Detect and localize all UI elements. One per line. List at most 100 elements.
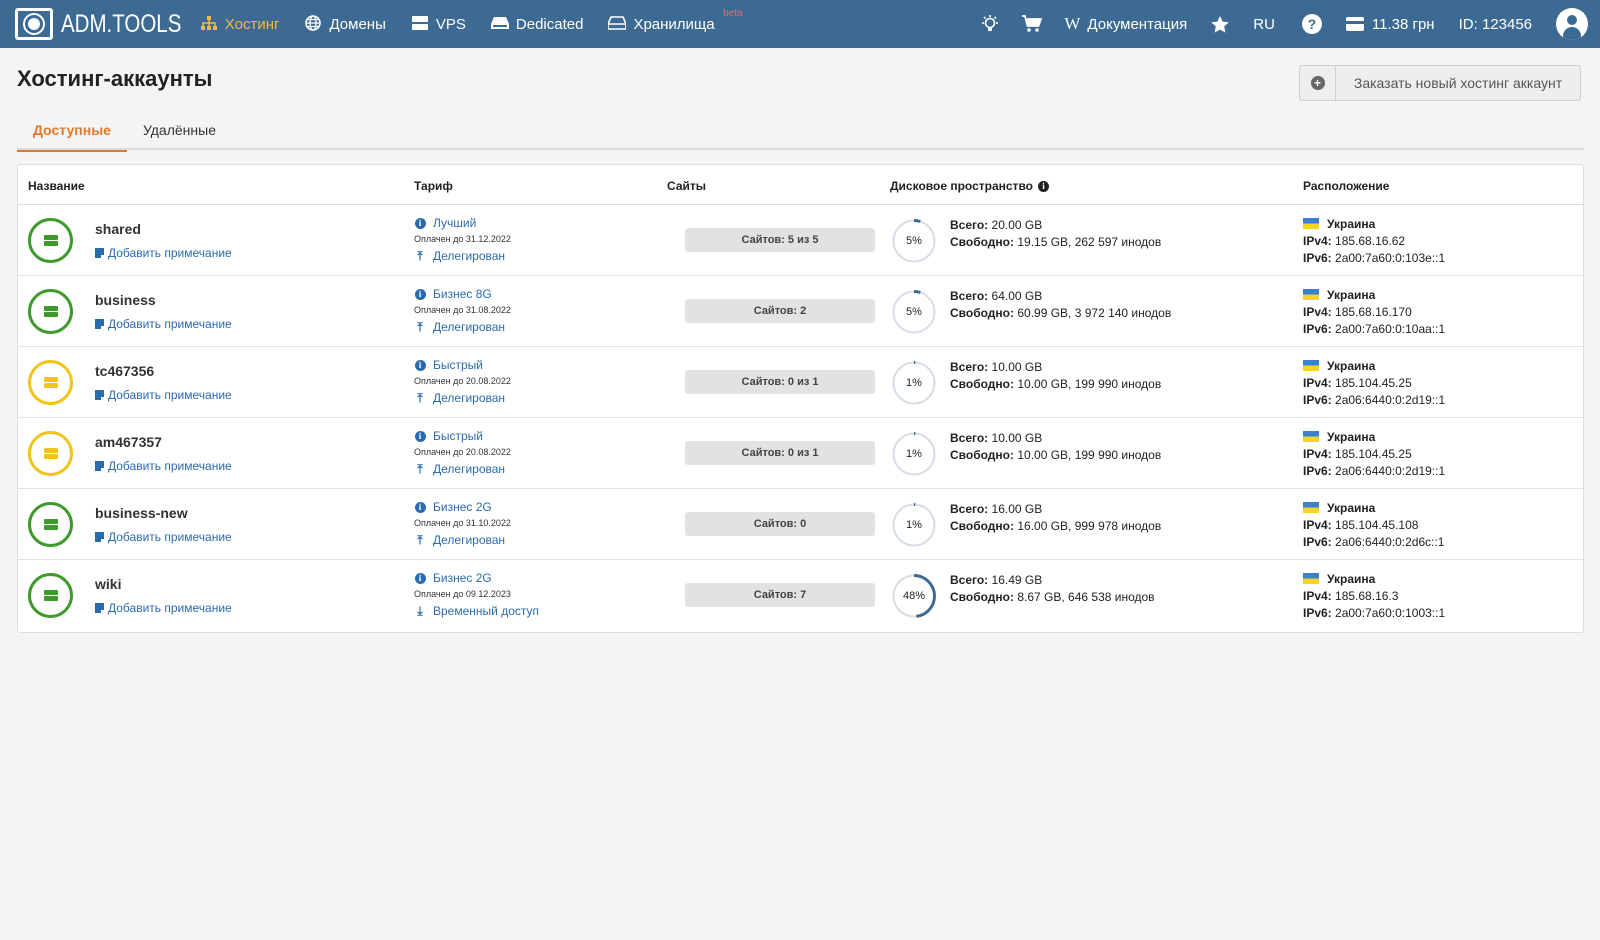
header-sites: Сайты [667, 179, 706, 193]
sites-badge[interactable]: Сайтов: 0 из 1 [685, 441, 875, 465]
add-note-link[interactable]: Добавить примечание [95, 388, 232, 402]
sitemap-icon [200, 15, 218, 33]
free-label: Свободно: [950, 448, 1014, 462]
docs-link[interactable]: W Документация [1064, 14, 1187, 34]
disk-usage-percent: 5% [906, 306, 922, 318]
ukraine-flag-icon [1303, 218, 1319, 229]
tariff-cell: i Быстрый Оплачен до 20.08.2022 ⤒ Делеги… [414, 358, 511, 405]
add-note-link[interactable]: Добавить примечание [95, 530, 232, 544]
lightbulb-icon[interactable] [980, 15, 1000, 33]
nav-item-hosting[interactable]: Хостинг [200, 15, 279, 33]
balance[interactable]: 11.38 грн [1345, 16, 1435, 33]
add-note-link[interactable]: Добавить примечание [95, 601, 232, 615]
nav-item-vps[interactable]: VPS [411, 15, 466, 33]
ipv4-address: 185.104.45.25 [1335, 447, 1412, 461]
star-icon[interactable] [1211, 15, 1229, 33]
access-link[interactable]: Делегирован [433, 391, 505, 405]
server-icon [43, 377, 58, 388]
account-name[interactable]: business [95, 292, 156, 308]
nav-item-storage[interactable]: Хранилища beta [607, 8, 743, 33]
ukraine-flag-icon [1303, 360, 1319, 371]
nav-item-dedicated[interactable]: Dedicated [490, 16, 583, 33]
hdd-icon [490, 16, 509, 33]
disk-total: 10.00 GB [991, 431, 1043, 445]
sites-badge[interactable]: Сайтов: 7 [685, 583, 875, 607]
tab-available[interactable]: Доступные [17, 113, 127, 152]
account-name[interactable]: shared [95, 221, 141, 237]
tab-deleted[interactable]: Удалённые [127, 113, 232, 150]
tariff-link[interactable]: Бизнес 2G [433, 571, 492, 585]
account-name[interactable]: business-new [95, 505, 188, 521]
sites-badge[interactable]: Сайтов: 0 из 1 [685, 370, 875, 394]
ipv4-address: 185.104.45.25 [1335, 376, 1412, 390]
server-icon [43, 448, 58, 459]
country: Украина [1327, 430, 1376, 444]
location-cell: Украина IPv4: 185.68.16.3 IPv6: 2a00:7a6… [1303, 571, 1445, 622]
add-note-label: Добавить примечание [108, 317, 232, 331]
ipv6-address: 2a06:6440:0:2d19::1 [1335, 393, 1446, 407]
nav-label: Хранилища [633, 15, 715, 33]
header-name: Название [28, 179, 85, 193]
disk-total: 16.49 GB [991, 573, 1043, 587]
location-cell: Украина IPv4: 185.104.45.108 IPv6: 2a06:… [1303, 500, 1444, 551]
access-link[interactable]: Делегирован [433, 320, 505, 334]
sites-badge[interactable]: Сайтов: 2 [685, 299, 875, 323]
free-label: Свободно: [950, 519, 1014, 533]
add-note-link[interactable]: Добавить примечание [95, 459, 232, 473]
access-link[interactable]: Делегирован [433, 249, 505, 263]
sites-badge[interactable]: Сайтов: 5 из 5 [685, 228, 875, 252]
help-button[interactable]: ? [1301, 14, 1322, 34]
paid-until: Оплачен до 31.08.2022 [414, 305, 511, 315]
tariff-link[interactable]: Быстрый [433, 358, 483, 372]
ipv4-label: IPv4: [1303, 376, 1332, 390]
server-icon [43, 306, 58, 317]
account-name[interactable]: am467357 [95, 434, 162, 450]
total-label: Всего: [950, 502, 989, 516]
ipv4-address: 185.68.16.62 [1335, 234, 1406, 248]
access-link[interactable]: Временный доступ [433, 604, 539, 618]
note-icon [95, 461, 104, 471]
status-indicator [28, 289, 73, 334]
ipv6-label: IPv6: [1303, 251, 1332, 265]
paid-until: Оплачен до 09.12.2023 [414, 589, 511, 599]
access-link[interactable]: Делегирован [433, 533, 505, 547]
upload-icon: ⤒ [417, 249, 423, 263]
nav-label: VPS [435, 15, 466, 33]
nav-item-domains[interactable]: Домены [304, 14, 386, 34]
user-menu[interactable] [1556, 8, 1588, 40]
tariff-link[interactable]: Бизнес 8G [433, 287, 492, 301]
cart-icon[interactable] [1022, 15, 1043, 33]
order-button-label: Заказать новый хостинг аккаунт [1353, 75, 1563, 91]
disk-usage-ring: 1% [891, 502, 937, 548]
access-link[interactable]: Делегирован [433, 462, 505, 476]
add-note-label: Добавить примечание [108, 246, 232, 260]
info-icon[interactable]: i [1038, 180, 1049, 192]
order-hosting-button[interactable]: + Заказать новый хостинг аккаунт [1299, 65, 1581, 101]
status-indicator [28, 502, 73, 547]
status-indicator [28, 573, 73, 618]
disk-info: Всего: 16.00 GB Свободно: 16.00 GB, 999 … [950, 501, 1161, 535]
user-id[interactable]: ID: 123456 [1459, 16, 1532, 33]
wiki-icon: W [1064, 14, 1081, 33]
total-label: Всего: [950, 218, 989, 232]
disk-info: Всего: 16.49 GB Свободно: 8.67 GB, 646 5… [950, 572, 1155, 606]
upload-icon: ⤒ [417, 533, 423, 547]
add-note-link[interactable]: Добавить примечание [95, 317, 232, 331]
language-switcher[interactable]: RU [1253, 16, 1275, 33]
tariff-link[interactable]: Лучший [433, 216, 476, 230]
country: Украина [1327, 501, 1376, 515]
ipv6-label: IPv6: [1303, 606, 1332, 620]
ukraine-flag-icon [1303, 431, 1319, 442]
disk-usage-ring: 48% [891, 573, 937, 619]
account-name[interactable]: tc467356 [95, 363, 154, 379]
add-note-link[interactable]: Добавить примечание [95, 246, 232, 260]
tariff-link[interactable]: Быстрый [433, 429, 483, 443]
paid-until: Оплачен до 20.08.2022 [414, 447, 511, 457]
brand-logo[interactable]: ADM.TOOLS [15, 0, 208, 48]
tariff-link[interactable]: Бизнес 2G [433, 500, 492, 514]
paid-until: Оплачен до 31.10.2022 [414, 518, 511, 528]
account-name[interactable]: wiki [95, 576, 121, 592]
sites-badge[interactable]: Сайтов: 0 [685, 512, 875, 536]
disk-usage-percent: 5% [906, 235, 922, 247]
info-icon: i [414, 501, 426, 513]
